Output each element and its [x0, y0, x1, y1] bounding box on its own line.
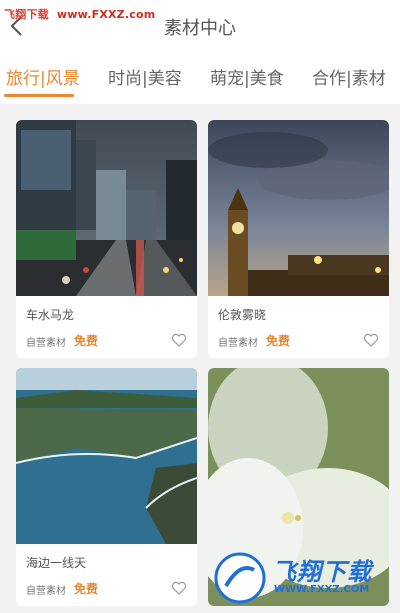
- watermark-top: 飞翔下载 www.FXXZ.com: [4, 6, 155, 22]
- card-title: 伦敦雾晓: [218, 308, 267, 322]
- tab-fashion-beauty[interactable]: 时尚|美容: [108, 64, 182, 89]
- tab-travel-scenery[interactable]: 旅行|风景: [6, 64, 80, 89]
- heart-icon[interactable]: [171, 580, 187, 595]
- card-source: 自营素材: [218, 338, 258, 349]
- card-price: 免费: [74, 582, 99, 596]
- watermark-logo: 飞翔下载 WWW.FXXZ.COM: [214, 546, 394, 608]
- category-tabs: 旅行|风景 时尚|美容 萌宠|美食 合作|素材: [0, 52, 400, 98]
- material-card[interactable]: 车水马龙 自营素材 免费: [16, 120, 197, 358]
- card-image-big-ben: [208, 120, 389, 296]
- card-source: 自营素材: [26, 586, 66, 597]
- card-price: 免费: [74, 334, 99, 348]
- logo-text: 飞翔下载: [272, 558, 372, 586]
- material-grid: 车水马龙 自营素材 免费 伦敦雾晓 自营素材 免费 海边一线天 自营素材 免费: [0, 104, 400, 613]
- heart-icon[interactable]: [171, 332, 187, 347]
- watermark-left-text: 飞翔下载: [4, 8, 49, 21]
- tab-pets-food[interactable]: 萌宠|美食: [210, 64, 284, 89]
- tab-cooperation-material[interactable]: 合作|素材: [312, 64, 386, 89]
- card-source: 自营素材: [26, 338, 66, 349]
- active-tab-indicator: [4, 94, 74, 97]
- material-card[interactable]: 伦敦雾晓 自营素材 免费: [208, 120, 389, 358]
- watermark-url-text: www.FXXZ.com: [56, 8, 156, 21]
- card-image-coastline: [16, 368, 197, 544]
- logo-url: WWW.FXXZ.COM: [274, 584, 370, 595]
- card-title: 海边一线天: [26, 556, 87, 570]
- logo-icon: [214, 552, 266, 604]
- card-image-city-street: [16, 120, 197, 296]
- card-title: 车水马龙: [26, 308, 75, 322]
- material-card[interactable]: 海边一线天 自营素材 免费: [16, 368, 197, 606]
- card-price: 免费: [266, 334, 291, 348]
- heart-icon[interactable]: [363, 332, 379, 347]
